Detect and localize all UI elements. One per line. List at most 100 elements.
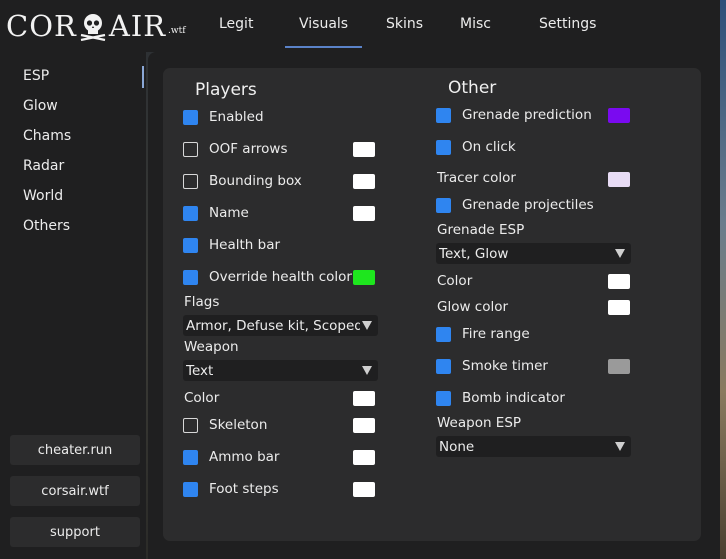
sidebar-item-esp[interactable]: ESP [23,68,49,84]
tracer-color-swatch[interactable] [608,172,630,187]
corsair-wtf-button[interactable]: corsair.wtf [10,476,140,506]
top-bar: COR AIR .wtf Legit Visuals Skins Misc Se… [0,0,720,52]
chevron-down-icon [362,321,372,330]
sidebar-active-indicator [142,66,144,88]
checkbox-box[interactable] [183,109,198,125]
checkbox-box[interactable] [183,481,198,497]
logo: COR AIR .wtf [6,8,186,44]
skeleton-label: Skeleton [209,417,268,433]
players-title: Players [195,80,257,100]
background-edge [720,0,726,559]
tab-visuals[interactable]: Visuals [284,16,363,48]
oof-arrows-checkbox[interactable]: OOF arrows [183,141,287,157]
health-color-swatch[interactable] [353,270,375,285]
name-color-swatch[interactable] [353,206,375,221]
checkbox-box[interactable] [436,390,451,406]
bomb-indicator-label: Bomb indicator [462,390,565,406]
sidebar-item-radar[interactable]: Radar [23,158,64,174]
grenade-prediction-label: Grenade prediction [462,107,592,123]
ammo-bar-color-swatch[interactable] [353,450,375,465]
glow-color-swatch[interactable] [608,300,630,315]
sidebar-item-chams[interactable]: Chams [23,128,71,144]
bounding-box-color-swatch[interactable] [353,174,375,189]
name-label: Name [209,205,249,221]
ammo-bar-checkbox[interactable]: Ammo bar [183,449,279,465]
grenade-projectiles-label: Grenade projectiles [462,197,594,213]
bounding-box-checkbox[interactable]: Bounding box [183,173,302,189]
grenade-prediction-checkbox[interactable]: Grenade prediction [436,107,592,123]
checkbox-box[interactable] [183,173,198,189]
checkbox-box[interactable] [183,141,198,157]
checkbox-box[interactable] [183,205,198,221]
grenade-projectiles-checkbox[interactable]: Grenade projectiles [436,197,594,213]
checkbox-box[interactable] [436,197,451,213]
override-health-color-label: Override health color [209,269,352,285]
bounding-box-label: Bounding box [209,173,302,189]
foot-steps-checkbox[interactable]: Foot steps [183,481,279,497]
sidebar-item-glow[interactable]: Glow [23,98,58,114]
fire-range-label: Fire range [462,326,530,342]
chevron-down-icon [615,442,625,451]
glow-color-label: Glow color [437,299,509,315]
chevron-down-icon [615,249,625,258]
flags-dropdown[interactable]: Armor, Defuse kit, Scoped, [183,315,378,336]
weapon-label: Weapon [184,339,239,355]
checkbox-box[interactable] [183,417,198,433]
checkbox-box[interactable] [436,107,451,123]
weapon-dropdown[interactable]: Text [183,360,378,381]
skeleton-color-swatch[interactable] [353,418,375,433]
tab-skins[interactable]: Skins [386,16,423,32]
enabled-label: Enabled [209,109,264,125]
logo-text-left: COR [6,9,77,43]
weapon-value: Text [186,362,214,379]
checkbox-box[interactable] [183,449,198,465]
tab-settings[interactable]: Settings [539,16,596,32]
checkbox-box[interactable] [183,237,198,253]
name-checkbox[interactable]: Name [183,205,249,221]
checkbox-box[interactable] [436,139,451,155]
players-color-swatch[interactable] [353,391,375,406]
skeleton-checkbox[interactable]: Skeleton [183,417,267,433]
logo-suffix: .wtf [168,26,186,36]
cheater-run-button[interactable]: cheater.run [10,435,140,465]
sidebar-item-others[interactable]: Others [23,218,70,234]
grenade-esp-dropdown[interactable]: Text, Glow [436,243,631,264]
on-click-checkbox[interactable]: On click [436,139,516,155]
color-label: Color [184,390,220,406]
chevron-down-icon [362,366,372,375]
health-bar-label: Health bar [209,237,281,253]
weapon-esp-value: None [439,438,475,455]
sidebar-item-world[interactable]: World [23,188,63,204]
override-health-color-checkbox[interactable]: Override health color [183,269,352,285]
foot-steps-color-swatch[interactable] [353,482,375,497]
smoke-timer-label: Smoke timer [462,358,548,374]
bomb-indicator-checkbox[interactable]: Bomb indicator [436,390,565,406]
oof-arrows-label: OOF arrows [209,141,288,157]
enabled-checkbox[interactable]: Enabled [183,109,264,125]
checkbox-box[interactable] [183,269,198,285]
grenade-prediction-color-swatch[interactable] [608,108,630,123]
flags-value: Armor, Defuse kit, Scoped, [186,317,360,334]
smoke-timer-checkbox[interactable]: Smoke timer [436,358,548,374]
other-color-swatch[interactable] [608,274,630,289]
support-button[interactable]: support [10,517,140,547]
weapon-esp-label: Weapon ESP [437,415,522,431]
foot-steps-label: Foot steps [209,481,279,497]
other-color-label: Color [437,273,473,289]
smoke-timer-color-swatch[interactable] [608,359,630,374]
skull-icon [80,14,106,41]
other-title: Other [448,78,497,98]
grenade-esp-label: Grenade ESP [437,222,525,238]
logo-text-right: AIR [108,9,167,43]
tab-legit[interactable]: Legit [219,16,253,32]
grenade-esp-value: Text, Glow [439,245,509,262]
checkbox-box[interactable] [436,326,451,342]
ammo-bar-label: Ammo bar [209,449,280,465]
health-bar-checkbox[interactable]: Health bar [183,237,280,253]
fire-range-checkbox[interactable]: Fire range [436,326,530,342]
oof-arrows-color-swatch[interactable] [353,142,375,157]
checkbox-box[interactable] [436,358,451,374]
weapon-esp-dropdown[interactable]: None [436,436,631,457]
tab-misc[interactable]: Misc [460,16,491,32]
on-click-label: On click [462,139,516,155]
